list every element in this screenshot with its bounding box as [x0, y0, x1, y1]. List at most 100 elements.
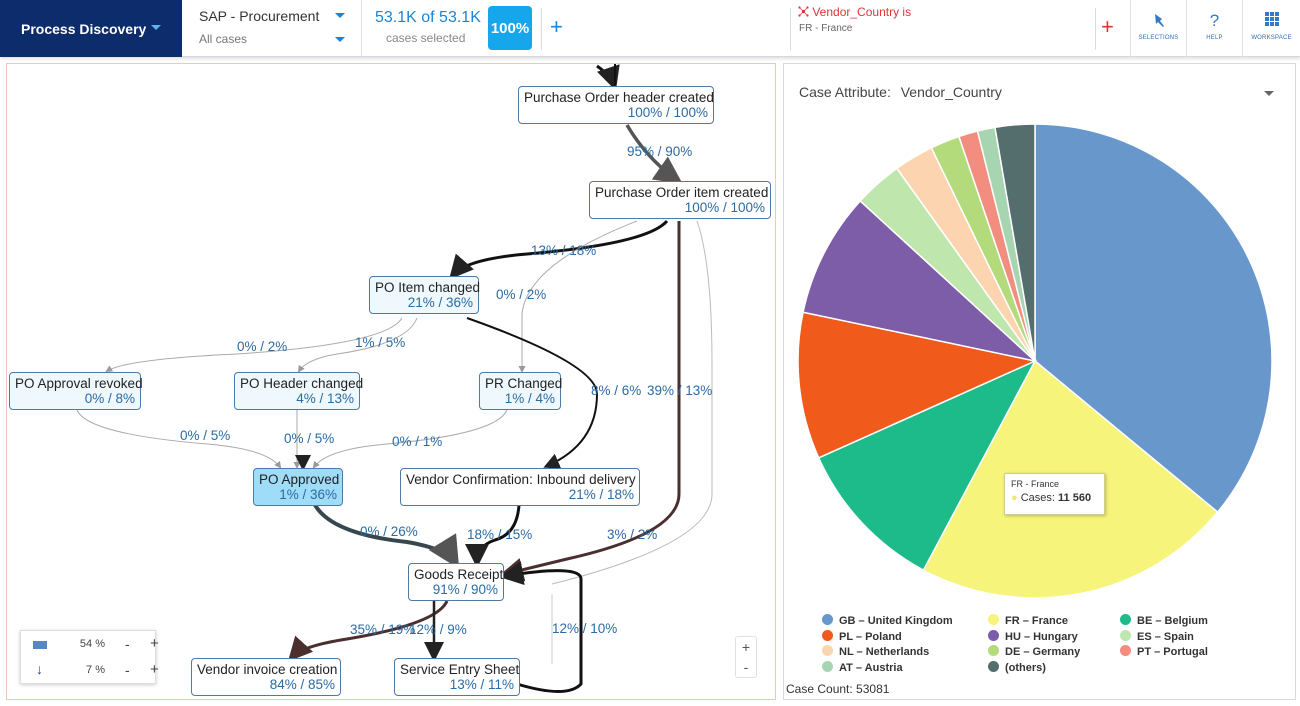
divider: [790, 8, 791, 50]
pie-chart[interactable]: [784, 64, 1297, 664]
case-count-value: 53081: [856, 682, 890, 696]
legend-item[interactable]: PT – Portugal: [1120, 645, 1208, 658]
node-vendor-confirmation[interactable]: Vendor Confirmation: Inbound delivery 21…: [400, 468, 640, 506]
node-label: Purchase Order item created: [595, 185, 769, 200]
legend-item[interactable]: PL – Poland: [822, 629, 902, 643]
node-value: 0% / 8%: [84, 391, 135, 406]
legend-dot-icon: [822, 629, 833, 641]
node-value: 100% / 100%: [684, 200, 765, 215]
node-vendor-invoice-creation[interactable]: Vendor invoice creation 84% / 85%: [191, 658, 341, 696]
legend-item[interactable]: FR – France: [988, 614, 1068, 627]
divider: [1095, 8, 1096, 50]
edge-label: 1% / 5%: [355, 335, 406, 350]
case-selection-summary: 53.1K of 53.1K cases selected: [366, 0, 488, 57]
node-po-item-changed[interactable]: PO Item changed 21% / 36%: [369, 276, 481, 314]
legend-dot-icon: [988, 614, 999, 625]
case-count-caption: cases selected: [386, 31, 466, 45]
legend-item[interactable]: HU – Hungary: [988, 629, 1078, 643]
paths-slider: ↓ 7 % - +: [21, 661, 159, 683]
activity-swatch-icon: [33, 641, 47, 649]
legend-item[interactable]: DE – Germany: [988, 645, 1080, 658]
case-scope[interactable]: All cases: [199, 32, 247, 46]
legend-dot-icon: [988, 661, 999, 673]
case-count: Case Count: 53081: [786, 682, 889, 696]
edge-label: 0% / 26%: [360, 524, 418, 539]
legend-dot-icon: [822, 661, 833, 673]
node-label: PO Header changed: [240, 376, 364, 391]
zoom-out-button[interactable]: -: [736, 657, 756, 677]
edge-label: 12% / 10%: [552, 621, 618, 636]
legend-label: FR – France: [1005, 615, 1068, 627]
node-label: Vendor Confirmation: Inbound delivery: [406, 472, 636, 487]
node-pr-changed[interactable]: PR Changed 1% / 4%: [479, 372, 562, 410]
legend-item[interactable]: (others): [988, 661, 1046, 674]
node-label: Service Entry Sheet: [400, 662, 520, 677]
edge-label: 35% / 19%: [350, 622, 416, 637]
dataset-name[interactable]: SAP - Procurement: [199, 8, 327, 24]
node-value: 84% / 85%: [269, 677, 335, 692]
workspace-button[interactable]: WORKSPACE: [1242, 0, 1300, 57]
node-po-approved[interactable]: PO Approved 1% / 36%: [253, 468, 343, 506]
legend-label: PL – Poland: [839, 630, 902, 643]
legend-label: BE – Belgium: [1137, 615, 1208, 627]
app-title: Process Discovery: [21, 20, 147, 37]
process-graph-panel[interactable]: Purchase Order header created 100% / 100…: [6, 63, 776, 700]
paths-increase-button[interactable]: +: [150, 661, 159, 678]
zoom-in-button[interactable]: +: [736, 637, 756, 657]
edge-label: 0% / 5%: [180, 428, 231, 443]
node-purchase-order-header-created[interactable]: Purchase Order header created 100% / 100…: [518, 86, 714, 124]
activities-increase-button[interactable]: +: [150, 635, 159, 652]
grid-icon: [1243, 12, 1300, 30]
node-value: 4% / 13%: [296, 391, 354, 406]
node-value: 1% / 4%: [504, 391, 555, 406]
edge-label: 95% / 90%: [627, 144, 693, 159]
dataset-selector[interactable]: SAP - Procurement All cases: [182, 0, 362, 57]
legend-dot-icon: [822, 614, 833, 625]
selections-button[interactable]: SELECTIONS: [1130, 0, 1186, 57]
filter-value: FR - France: [799, 23, 853, 34]
activities-slider: 54 % - +: [21, 635, 159, 657]
node-value: 21% / 18%: [568, 487, 634, 502]
node-value: 1% / 36%: [279, 487, 337, 502]
edge-label: 13% / 18%: [531, 243, 597, 258]
activities-decrease-button[interactable]: -: [125, 636, 130, 652]
add-filter-button[interactable]: +: [1101, 15, 1114, 39]
selection-percent-badge[interactable]: 100%: [488, 6, 532, 50]
legend-item[interactable]: NL – Netherlands: [822, 645, 929, 658]
legend-item[interactable]: GB – United Kingdom: [822, 614, 953, 627]
legend-item[interactable]: BE – Belgium: [1120, 614, 1208, 627]
paths-percent: 7 %: [86, 664, 105, 676]
help-label: HELP: [1206, 35, 1223, 41]
selections-label: SELECTIONS: [1138, 35, 1179, 41]
node-label: PO Item changed: [375, 280, 481, 295]
node-value: 21% / 36%: [407, 295, 473, 310]
legend-label: GB – United Kingdom: [839, 615, 953, 627]
case-count-label: Case Count:: [786, 682, 853, 696]
node-po-header-changed[interactable]: PO Header changed 4% / 13%: [234, 372, 364, 410]
node-purchase-order-item-created[interactable]: Purchase Order item created 100% / 100%: [589, 181, 771, 219]
app-menu-button[interactable]: Process Discovery: [0, 0, 182, 57]
tooltip-label: Cases:: [1020, 492, 1055, 504]
filter-title: Vendor_Country is: [812, 5, 912, 19]
node-po-approval-revoked[interactable]: PO Approval revoked 0% / 8%: [9, 372, 143, 410]
node-value: 91% / 90%: [432, 582, 498, 597]
paths-decrease-button[interactable]: -: [125, 662, 130, 678]
active-filter[interactable]: Vendor_Country is FR - France: [793, 0, 1093, 57]
edge-label: 18% / 15%: [467, 527, 533, 542]
tooltip-body: ● Cases: 11 560: [1011, 492, 1098, 504]
dataset-dropdown-icon[interactable]: [335, 13, 345, 18]
legend-dot-icon: [988, 629, 999, 641]
legend-item[interactable]: ES – Spain: [1120, 629, 1194, 643]
tooltip-title: FR - France: [1011, 479, 1060, 489]
edge-label: 8% / 6%: [591, 383, 642, 398]
pie-tooltip: FR - France ● Cases: 11 560: [1004, 473, 1105, 515]
help-button[interactable]: ? HELP: [1186, 0, 1242, 57]
scope-dropdown-icon[interactable]: [335, 37, 345, 42]
node-goods-receipt[interactable]: Goods Receipt 91% / 90%: [408, 563, 504, 601]
edge-label: 39% / 13%: [647, 383, 713, 398]
legend-item[interactable]: AT – Austria: [822, 661, 903, 674]
edge-label: 3% / 2%: [607, 527, 658, 542]
add-selection-button[interactable]: +: [550, 15, 563, 39]
node-service-entry-sheet[interactable]: Service Entry Sheet 13% / 11%: [394, 658, 520, 696]
legend-dot-icon: [988, 645, 999, 657]
